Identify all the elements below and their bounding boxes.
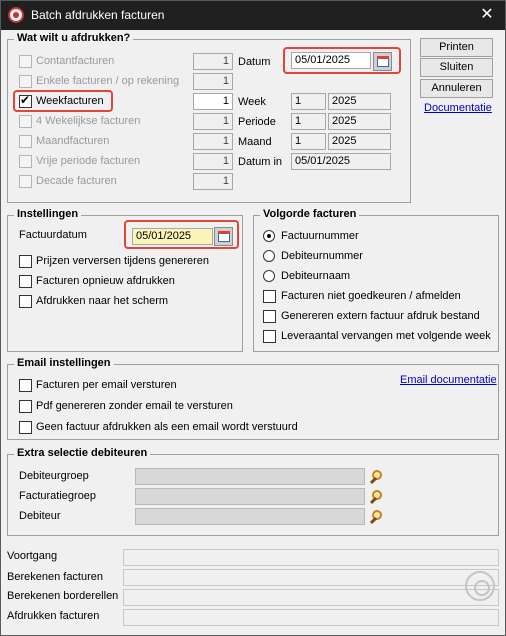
debiteurgroep-input[interactable]: [135, 468, 365, 485]
email-versturen-checkbox[interactable]: [19, 379, 32, 392]
debiteur-search-button[interactable]: [367, 508, 388, 526]
facturatiegroep-search-button[interactable]: [367, 488, 388, 506]
factuurdatum-label: Factuurdatum: [19, 229, 87, 241]
debiteurnummer-radio[interactable]: [263, 250, 275, 262]
pdf-genereren-label: Pdf genereren zonder email te versturen: [36, 400, 233, 412]
email-documentatie-link[interactable]: Email documentatie: [400, 374, 497, 386]
maand-label: Maand: [238, 136, 272, 148]
geen-factuur-checkbox[interactable]: [19, 421, 32, 434]
leveraantal-label: Leveraantal vervangen met volgende week: [281, 330, 491, 342]
afdrukken-facturen-bar: [123, 609, 499, 626]
facturatiegroep-input[interactable]: [135, 488, 365, 505]
vier-wekelijkse-checkbox[interactable]: [19, 115, 32, 128]
facturen-opnieuw-label: Facturen opnieuw afdrukken: [36, 275, 175, 287]
extra-selectie-title: Extra selectie debiteuren: [14, 447, 151, 459]
printen-button[interactable]: Printen: [420, 38, 493, 57]
factuurdatum-calendar-button[interactable]: [214, 227, 233, 246]
vrije-periode-label: Vrije periode facturen: [36, 155, 141, 167]
factuurdatum-input[interactable]: 05/01/2025: [132, 228, 213, 245]
factuurnummer-radio[interactable]: [263, 230, 275, 242]
enkele-facturen-count: 1: [193, 73, 233, 90]
batch-print-dialog: Batch afdrukken facturen ✕ Wat wilt u af…: [0, 0, 506, 636]
berekenen-facturen-label: Berekenen facturen: [7, 571, 104, 583]
app-logo-icon: [8, 7, 24, 23]
contantfacturen-checkbox[interactable]: [19, 55, 32, 68]
afdrukken-facturen-label: Afdrukken facturen: [7, 610, 100, 622]
prijzen-verversen-label: Prijzen verversen tijdens genereren: [36, 255, 210, 267]
voortgang-label: Voortgang: [7, 550, 58, 562]
leveraantal-checkbox[interactable]: [263, 330, 276, 343]
weekfacturen-count[interactable]: 1: [193, 93, 233, 110]
maand-year: 2025: [328, 133, 391, 150]
berekenen-borderellen-label: Berekenen borderellen: [7, 590, 119, 602]
enkele-facturen-checkbox[interactable]: [19, 75, 32, 88]
geen-factuur-label: Geen factuur afdrukken als een email wor…: [36, 421, 298, 433]
afdrukken-scherm-checkbox[interactable]: [19, 295, 32, 308]
instellingen-title: Instellingen: [14, 208, 82, 220]
facturen-opnieuw-checkbox[interactable]: [19, 275, 32, 288]
title-bar: Batch afdrukken facturen ✕: [1, 1, 505, 30]
datum-in-label: Datum in: [238, 156, 283, 168]
prijzen-verversen-checkbox[interactable]: [19, 255, 32, 268]
datum-input[interactable]: 05/01/2025: [291, 52, 371, 69]
email-versturen-label: Facturen per email versturen: [36, 379, 177, 391]
vier-wekelijkse-count: 1: [193, 113, 233, 130]
maandfacturen-checkbox[interactable]: [19, 135, 32, 148]
vrije-periode-count: 1: [193, 153, 233, 170]
periode-label: Periode: [238, 116, 276, 128]
periode-year: 2025: [328, 113, 391, 130]
weekfacturen-checkbox[interactable]: [19, 93, 32, 108]
week-number: 1: [291, 93, 326, 110]
weekfacturen-label: Weekfacturen: [36, 95, 104, 107]
periode-number: 1: [291, 113, 326, 130]
debiteurnaam-radio[interactable]: [263, 270, 275, 282]
what-to-print-title: Wat wilt u afdrukken?: [14, 32, 134, 44]
datum-label: Datum: [238, 56, 271, 68]
debiteurgroep-search-button[interactable]: [367, 468, 388, 486]
debiteurnummer-label: Debiteurnummer: [281, 250, 363, 262]
extern-bestand-checkbox[interactable]: [263, 310, 276, 323]
debiteurnaam-label: Debiteurnaam: [281, 270, 351, 282]
extern-bestand-label: Genereren extern factuur afdruk bestand: [281, 310, 480, 322]
decade-facturen-checkbox[interactable]: [19, 175, 32, 188]
week-year: 2025: [328, 93, 391, 110]
decade-facturen-label: Decade facturen: [36, 175, 117, 187]
window-title: Batch afdrukken facturen: [31, 8, 165, 22]
maandfacturen-count: 1: [193, 133, 233, 150]
week-label: Week: [238, 96, 266, 108]
maand-number: 1: [291, 133, 326, 150]
logo-watermark-icon: [465, 571, 495, 601]
facturatiegroep-label: Facturatiegroep: [19, 490, 97, 502]
datum-calendar-button[interactable]: [373, 52, 392, 71]
email-title: Email instellingen: [14, 357, 114, 369]
niet-goedkeuren-checkbox[interactable]: [263, 290, 276, 303]
sluiten-button[interactable]: Sluiten: [420, 58, 493, 77]
volgorde-title: Volgorde facturen: [260, 208, 360, 220]
datum-in-value: 05/01/2025: [291, 153, 391, 170]
pdf-genereren-checkbox[interactable]: [19, 400, 32, 413]
close-icon[interactable]: ✕: [477, 5, 497, 25]
afdrukken-scherm-label: Afdrukken naar het scherm: [36, 295, 169, 307]
annuleren-button[interactable]: Annuleren: [420, 79, 493, 98]
enkele-facturen-label: Enkele facturen / op rekening: [36, 75, 180, 87]
vrije-periode-checkbox[interactable]: [19, 155, 32, 168]
debiteur-input[interactable]: [135, 508, 365, 525]
berekenen-borderellen-bar: [123, 589, 499, 606]
niet-goedkeuren-label: Facturen niet goedkeuren / afmelden: [281, 290, 461, 302]
vier-wekelijkse-label: 4 Wekelijkse facturen: [36, 115, 141, 127]
decade-facturen-count: 1: [193, 173, 233, 190]
contantfacturen-count: 1: [193, 53, 233, 70]
debiteur-label: Debiteur: [19, 510, 61, 522]
maandfacturen-label: Maandfacturen: [36, 135, 110, 147]
voortgang-bar: [123, 549, 499, 566]
debiteurgroep-label: Debiteurgroep: [19, 470, 89, 482]
berekenen-facturen-bar: [123, 569, 499, 586]
documentatie-link[interactable]: Documentatie: [424, 102, 492, 114]
factuurnummer-label: Factuurnummer: [281, 230, 359, 242]
contantfacturen-label: Contantfacturen: [36, 55, 115, 67]
